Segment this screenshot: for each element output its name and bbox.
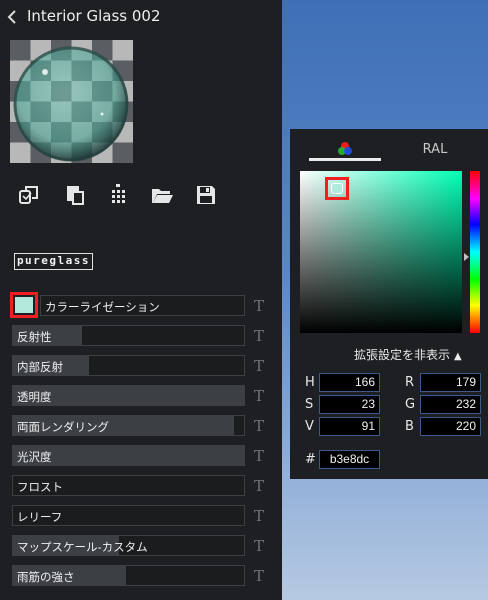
texture-t-icon[interactable]: T — [252, 357, 266, 375]
material-panel: Interior Glass 002 pureglass カラーライゼーション … — [0, 0, 282, 600]
v-input[interactable]: 91 — [319, 417, 380, 436]
b-input[interactable]: 220 — [420, 417, 481, 436]
glossiness-slider[interactable]: 光沢度 — [12, 445, 245, 466]
slider-label: カラーライゼーション — [45, 300, 160, 314]
slider-label: 光沢度 — [17, 450, 52, 464]
duplicate-icon[interactable] — [17, 183, 41, 207]
material-preview — [10, 40, 133, 163]
chevron-up-icon: ▲ — [454, 351, 462, 362]
b-label: B — [405, 419, 414, 434]
frost-slider[interactable]: フロスト — [12, 475, 245, 496]
relief-slider[interactable]: レリーフ — [12, 505, 245, 526]
map-scale-slider[interactable]: マップスケール-カスタム — [12, 535, 245, 556]
color-wheel-icon — [338, 142, 352, 155]
slider-label: 両面レンダリング — [17, 420, 109, 434]
saturation-value-area[interactable] — [300, 171, 462, 333]
pureglass-logo: pureglass — [14, 253, 93, 270]
texture-t-icon[interactable]: T — [252, 567, 266, 585]
swatch-fill — [13, 295, 35, 315]
slider-label: 透明度 — [17, 390, 52, 404]
slider-label: 雨筋の強さ — [17, 570, 75, 584]
paste-icon[interactable] — [63, 183, 87, 207]
r-input[interactable]: 179 — [420, 373, 481, 392]
texture-t-icon[interactable]: T — [252, 447, 266, 465]
tab-ral[interactable]: RAL — [400, 142, 470, 157]
texture-t-icon[interactable]: T — [252, 417, 266, 435]
slider-label: マップスケール-カスタム — [17, 540, 148, 554]
panel-header: Interior Glass 002 — [0, 0, 282, 34]
transparency-slider[interactable]: 透明度 — [12, 385, 245, 406]
texture-t-icon[interactable]: T — [252, 507, 266, 525]
s-label: S — [305, 397, 314, 412]
reflectivity-slider[interactable]: 反射性 — [12, 325, 245, 346]
texture-t-icon[interactable]: T — [252, 297, 266, 315]
slider-label: レリーフ — [17, 510, 63, 524]
slider-label: フロスト — [17, 480, 63, 494]
h-label: H — [305, 375, 315, 390]
double-sided-slider[interactable]: 両面レンダリング — [12, 415, 245, 436]
texture-t-icon[interactable]: T — [252, 387, 266, 405]
material-title: Interior Glass 002 — [27, 7, 161, 25]
internal-reflection-slider[interactable]: 内部反射 — [12, 355, 245, 376]
color-handle[interactable] — [325, 177, 349, 200]
s-input[interactable]: 23 — [319, 395, 380, 414]
h-input[interactable]: 166 — [319, 373, 380, 392]
colorization-slider[interactable]: カラーライゼーション — [40, 295, 245, 316]
g-input[interactable]: 232 — [420, 395, 481, 414]
slider-label: 内部反射 — [17, 360, 63, 374]
texture-t-icon[interactable]: T — [252, 327, 266, 345]
texture-t-icon[interactable]: T — [252, 537, 266, 555]
hue-slider[interactable] — [470, 171, 480, 333]
v-label: V — [305, 419, 314, 434]
hex-input[interactable]: b3e8dc — [319, 450, 380, 469]
advanced-label: 拡張設定を非表示 — [354, 348, 451, 362]
g-label: G — [405, 397, 416, 412]
active-tab-indicator — [309, 158, 381, 161]
r-label: R — [405, 375, 415, 390]
hue-marker-icon[interactable] — [464, 253, 469, 261]
drip-icon[interactable] — [106, 183, 130, 207]
save-icon[interactable] — [194, 183, 218, 207]
slider-label: 反射性 — [17, 330, 52, 344]
rain-streak-slider[interactable]: 雨筋の強さ — [12, 565, 245, 586]
hide-advanced-toggle[interactable]: 拡張設定を非表示 ▲ — [354, 346, 462, 363]
hex-label: # — [305, 452, 316, 467]
texture-t-icon[interactable]: T — [252, 477, 266, 495]
colorization-swatch[interactable] — [10, 292, 38, 318]
color-picker-popup: RAL 拡張設定を非表示 ▲ H 166 S 23 V 91 R 179 G 23… — [290, 129, 488, 479]
folder-icon[interactable] — [150, 183, 174, 207]
chevron-left-icon[interactable] — [5, 6, 21, 28]
